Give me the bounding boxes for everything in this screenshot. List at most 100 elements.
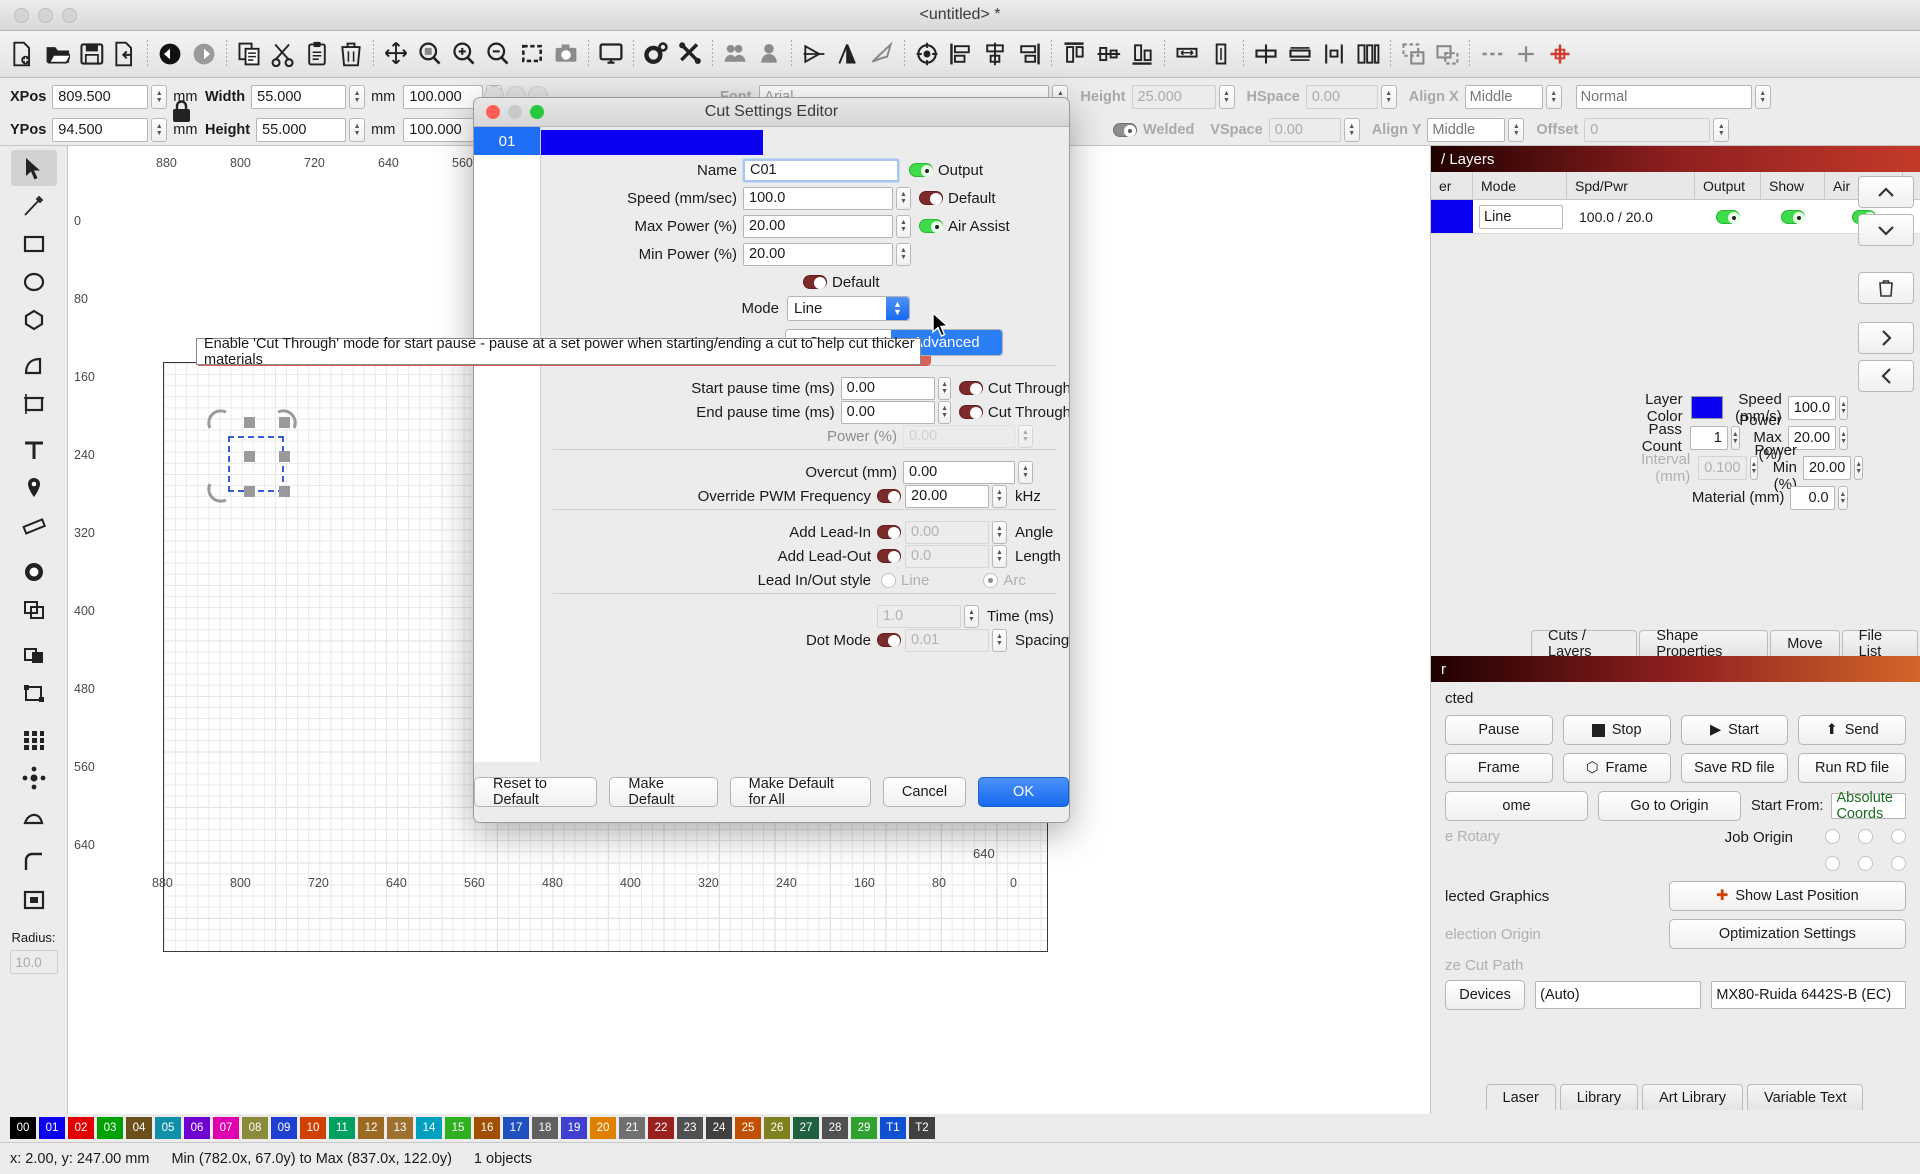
palette-swatch-23[interactable]: 23 (677, 1117, 703, 1139)
delete-icon[interactable] (334, 37, 368, 71)
text-style-select[interactable]: Normal (1575, 85, 1752, 109)
crop-tool[interactable] (11, 386, 57, 422)
move-icon[interactable] (379, 37, 413, 71)
palette-swatch-02[interactable]: 02 (68, 1117, 94, 1139)
layer-show-toggle[interactable] (1761, 209, 1825, 224)
dot-spacing-stepper[interactable]: ▲ ▼ (992, 628, 1007, 652)
speed-input[interactable]: 100.0 (743, 186, 893, 210)
align-top-icon[interactable] (1057, 37, 1091, 71)
mode-select[interactable]: Line ▲ ▼ (787, 295, 910, 321)
open-file-icon[interactable] (40, 37, 74, 71)
mirror-horizontal-icon[interactable] (797, 37, 831, 71)
measure-tool[interactable] (11, 508, 57, 544)
zoom-selection-icon[interactable] (515, 37, 549, 71)
device-name-select[interactable]: MX80-Ruida 6442S-B (EC) (1711, 981, 1906, 1009)
space-even-icon[interactable] (1317, 37, 1351, 71)
layer-mode-select[interactable]: Line (1479, 204, 1563, 229)
palette-swatch-20[interactable]: 20 (590, 1117, 616, 1139)
start-pause-stepper[interactable]: ▲ ▼ (938, 376, 951, 400)
send-button[interactable]: ⬆ Send (1798, 715, 1906, 745)
override-pwm-stepper[interactable]: ▲ ▼ (992, 484, 1007, 508)
job-origin-grid[interactable] (1825, 829, 1906, 871)
material-stepper[interactable]: ▲ ▼ (1837, 485, 1848, 510)
space-v-icon[interactable] (1283, 37, 1317, 71)
xpos-stepper[interactable]: ▲ ▼ (151, 85, 168, 109)
max-power-stepper[interactable]: ▲ ▼ (896, 214, 911, 238)
prev-layer-button[interactable] (1858, 360, 1914, 392)
pause-button[interactable]: Pause (1445, 715, 1553, 745)
align-middle-icon[interactable] (1091, 37, 1125, 71)
column-header[interactable]: Spd/Pwr (1567, 172, 1695, 199)
palette-swatch-T2[interactable]: T2 (909, 1117, 935, 1139)
end-pause-input[interactable]: 0.00 (840, 400, 936, 424)
palette-swatch-T1[interactable]: T1 (880, 1117, 906, 1139)
send-back-icon[interactable] (1430, 37, 1464, 71)
layer-color-cell[interactable] (1431, 200, 1473, 233)
rectangle-tool[interactable] (11, 226, 57, 262)
lead-in-stepper[interactable]: ▲ ▼ (992, 520, 1007, 544)
frame-button[interactable]: ⬡ Frame (1562, 753, 1671, 783)
table-row[interactable]: Line 100.0 / 20.0 (1431, 200, 1920, 234)
ok-button[interactable]: OK (978, 777, 1069, 807)
align-bottom-icon[interactable] (1125, 37, 1159, 71)
frame2-button[interactable]: Frame (1445, 753, 1553, 783)
cancel-button[interactable]: Cancel (882, 777, 967, 807)
polygon-tool[interactable] (11, 302, 57, 338)
text-tool[interactable] (11, 432, 57, 468)
height-input[interactable]: 55.000 (256, 118, 347, 142)
speed-stepper[interactable]: ▲ ▼ (1839, 395, 1849, 420)
align-right-icon[interactable] (1012, 37, 1046, 71)
end-pause-stepper[interactable]: ▲ ▼ (938, 400, 951, 424)
start-button[interactable]: ▶ Start (1680, 715, 1789, 745)
min-power-input[interactable]: 20.00 (743, 242, 893, 266)
column-header[interactable]: Output (1695, 172, 1761, 199)
run-rd-button[interactable]: Run RD file (1798, 753, 1906, 783)
material-input[interactable]: 0.0 (1790, 485, 1835, 510)
offset-input[interactable]: 0 (1584, 118, 1711, 142)
device-auto-select[interactable]: (Auto) (1535, 981, 1702, 1009)
rotate-flip-icon[interactable] (865, 37, 899, 71)
palette-swatch-21[interactable]: 21 (619, 1117, 645, 1139)
settings-gear-icon[interactable] (639, 37, 673, 71)
undo-icon[interactable] (153, 37, 187, 71)
redo-icon[interactable] (187, 37, 221, 71)
palette-swatch-18[interactable]: 18 (532, 1117, 558, 1139)
offset-shapes-tool[interactable] (11, 554, 57, 590)
palette-swatch-27[interactable]: 27 (793, 1117, 819, 1139)
palette-swatch-24[interactable]: 24 (706, 1117, 732, 1139)
lead-out-input[interactable]: 0.0 (905, 544, 989, 568)
palette-swatch-04[interactable]: 04 (126, 1117, 152, 1139)
crosshair-tool-icon[interactable] (1509, 37, 1543, 71)
delete-layer-button[interactable] (1858, 272, 1914, 304)
dash-tool-icon[interactable] (1475, 37, 1509, 71)
distribute-h-icon[interactable] (1170, 37, 1204, 71)
lock-icon[interactable] (168, 95, 194, 129)
palette-swatch-16[interactable]: 16 (474, 1117, 500, 1139)
position-marker-tool[interactable] (11, 470, 57, 506)
tab-cuts-layers[interactable]: Cuts / Layers (1531, 628, 1638, 660)
height-percent-input[interactable]: 100.000 (403, 118, 484, 142)
make-default-button[interactable]: Make Default (609, 776, 718, 808)
selection-handle[interactable] (244, 417, 255, 428)
palette-swatch-08[interactable]: 08 (242, 1117, 268, 1139)
selection-box[interactable] (228, 436, 284, 492)
paste-icon[interactable] (300, 37, 334, 71)
hspace-stepper[interactable]: ▲ ▼ (1380, 85, 1397, 109)
tab-shape-properties[interactable]: Shape Properties (1639, 628, 1769, 660)
overcut-stepper[interactable]: ▲ ▼ (1018, 460, 1033, 484)
devices-button[interactable]: Devices (1445, 980, 1526, 1010)
layer-list[interactable]: 01 (474, 127, 541, 762)
power-min-input[interactable]: 20.00 (1802, 455, 1852, 480)
air-assist-toggle[interactable] (919, 219, 943, 233)
dot-mode-toggle[interactable] (877, 633, 901, 647)
weld-tool[interactable] (11, 638, 57, 674)
align-x-select[interactable]: Middle (1464, 85, 1543, 109)
selection-handle[interactable] (279, 486, 290, 497)
cut-icon[interactable] (266, 37, 300, 71)
node-edit-tool[interactable] (11, 676, 57, 712)
advanced-power-stepper[interactable]: ▲ ▼ (1018, 424, 1033, 448)
dot-time-stepper[interactable]: ▲ ▼ (964, 604, 979, 628)
palette-swatch-07[interactable]: 07 (213, 1117, 239, 1139)
start-pause-input[interactable]: 0.00 (840, 376, 936, 400)
width-stepper[interactable]: ▲ ▼ (349, 85, 366, 109)
